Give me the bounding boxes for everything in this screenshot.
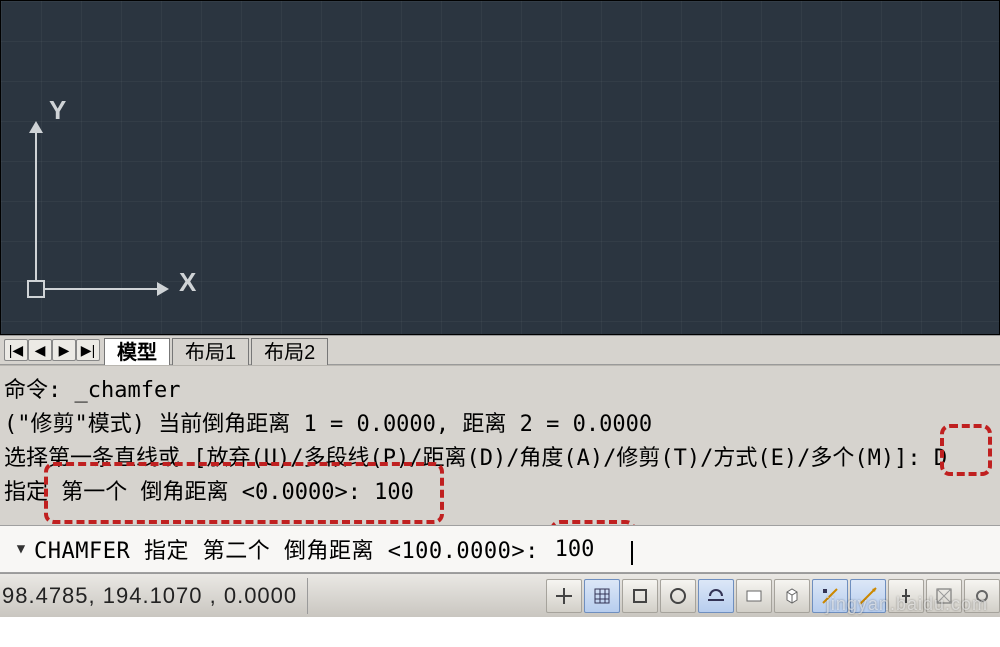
tab-nav-prev[interactable]: ◀ bbox=[28, 339, 52, 361]
history-line: ("修剪"模式) 当前倒角距离 1 = 0.0000, 距离 2 = 0.000… bbox=[4, 408, 994, 442]
tab-nav-last[interactable]: ▶| bbox=[76, 339, 100, 361]
lineweight-icon bbox=[896, 586, 916, 606]
dyn-toggle[interactable] bbox=[850, 579, 886, 613]
axis-x-label: X bbox=[179, 267, 196, 298]
canvas-grid bbox=[1, 1, 999, 334]
polar-icon bbox=[668, 586, 688, 606]
plane-icon bbox=[744, 586, 764, 606]
extra-toggle[interactable] bbox=[964, 579, 1000, 613]
status-separator bbox=[307, 578, 308, 614]
tab-nav-next[interactable]: ▶ bbox=[52, 339, 76, 361]
grid-icon bbox=[592, 586, 612, 606]
trans-icon bbox=[934, 586, 954, 606]
tab-model[interactable]: 模型 bbox=[104, 338, 170, 365]
tab-label: 布局1 bbox=[185, 342, 236, 364]
snap-toggle[interactable] bbox=[546, 579, 582, 613]
snap-icon bbox=[554, 586, 574, 606]
command-input[interactable] bbox=[553, 537, 633, 562]
lineweight-toggle[interactable] bbox=[888, 579, 924, 613]
grid-toggle[interactable] bbox=[584, 579, 620, 613]
command-input-bar: ▼ CHAMFER 指定 第二个 倒角距离 <100.0000>: bbox=[0, 525, 1000, 573]
text-cursor bbox=[631, 541, 633, 565]
history-line: 选择第一条直线或 [放弃(U)/多段线(P)/距离(D)/角度(A)/修剪(T)… bbox=[4, 442, 994, 476]
otrack-toggle[interactable] bbox=[812, 579, 848, 613]
tabstrip-spacer bbox=[330, 336, 1000, 364]
history-line: 指定 第一个 倒角距离 <0.0000>: 100 bbox=[4, 476, 994, 510]
tab-label: 模型 bbox=[117, 342, 157, 364]
transparency-toggle[interactable] bbox=[926, 579, 962, 613]
ortho-icon bbox=[630, 586, 650, 606]
cursor-coordinates: 98.4785, 194.1070 , 0.0000 bbox=[0, 583, 303, 609]
osnap-toggle[interactable] bbox=[698, 579, 734, 613]
command-prompt: CHAMFER 指定 第二个 倒角距离 <100.0000>: bbox=[34, 533, 553, 565]
osnap-icon bbox=[706, 586, 726, 606]
drawing-canvas[interactable]: X Y bbox=[0, 0, 1000, 335]
extra-icon bbox=[972, 586, 992, 606]
axis-y-label: Y bbox=[49, 95, 66, 126]
layout-tabstrip: |◀ ◀ ▶ ▶| 模型 布局1 布局2 bbox=[0, 335, 1000, 365]
tab-layout2[interactable]: 布局2 bbox=[251, 338, 328, 365]
otrack-icon bbox=[820, 586, 840, 606]
tab-nav-first[interactable]: |◀ bbox=[4, 339, 28, 361]
status-bar: 98.4785, 194.1070 , 0.0000 bbox=[0, 573, 1000, 617]
history-line: 命令: _chamfer bbox=[4, 374, 994, 408]
plane-toggle[interactable] bbox=[736, 579, 772, 613]
dyn-icon bbox=[858, 586, 878, 606]
ortho-toggle[interactable] bbox=[622, 579, 658, 613]
command-history-dropdown[interactable]: ▼ bbox=[8, 536, 34, 562]
object3d-toggle[interactable] bbox=[774, 579, 810, 613]
tab-layout1[interactable]: 布局1 bbox=[172, 338, 249, 365]
cube-icon bbox=[782, 586, 802, 606]
polar-toggle[interactable] bbox=[660, 579, 696, 613]
tab-label: 布局2 bbox=[264, 342, 315, 364]
command-history[interactable]: 命令: _chamfer ("修剪"模式) 当前倒角距离 1 = 0.0000,… bbox=[0, 365, 1000, 525]
